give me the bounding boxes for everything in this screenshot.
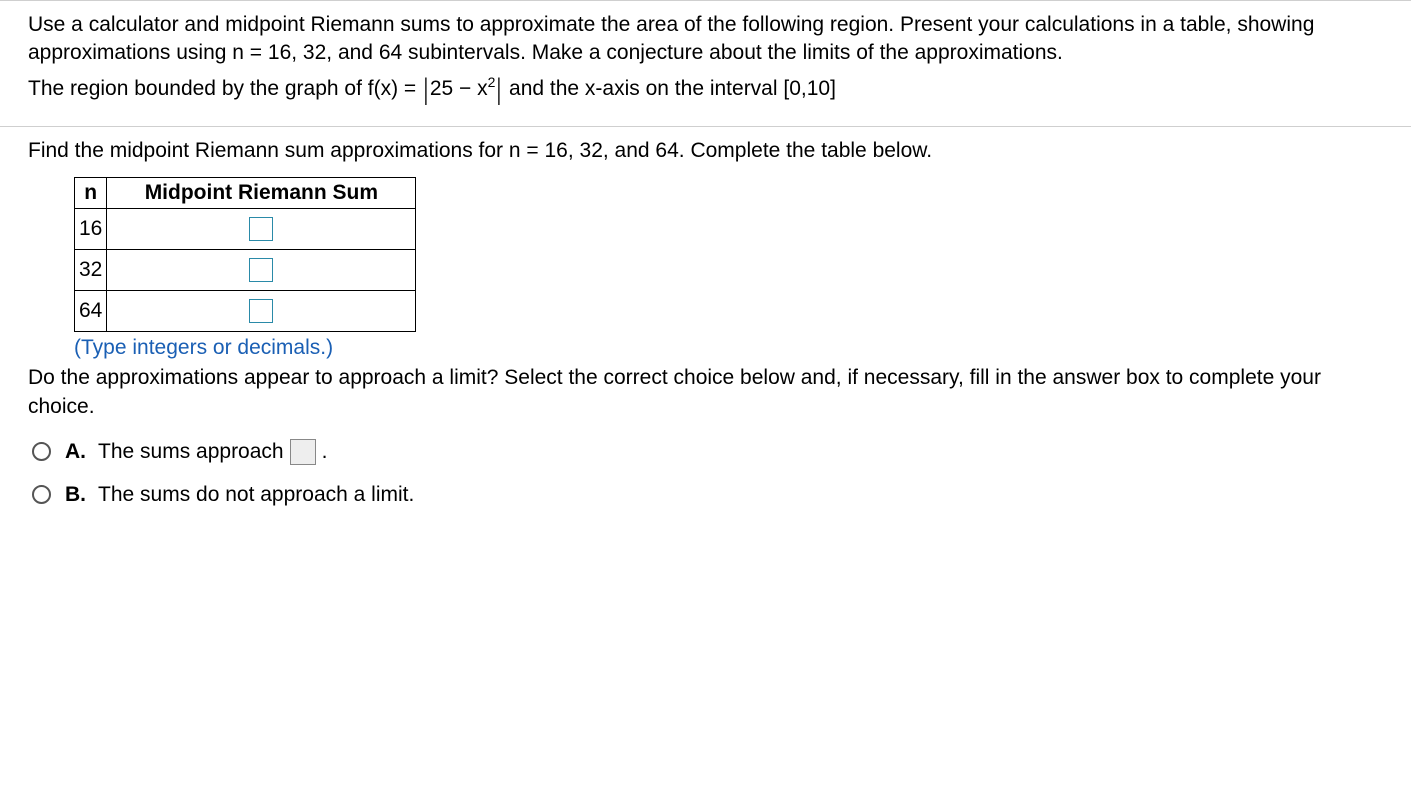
riemann-table: n Midpoint Riemann Sum 16 32 64	[74, 177, 416, 332]
answer-input-32[interactable]	[249, 258, 273, 282]
region-description: The region bounded by the graph of f(x) …	[28, 70, 1383, 111]
intro-paragraph: Use a calculator and midpoint Riemann su…	[28, 11, 1383, 68]
answer-input-16[interactable]	[249, 217, 273, 241]
table-row: 32	[75, 250, 416, 291]
table-row: 16	[75, 209, 416, 250]
choice-a-before: The sums approach	[98, 440, 284, 464]
answer-input-64[interactable]	[249, 299, 273, 323]
cell-sum-16	[107, 209, 416, 250]
table-row: 64	[75, 291, 416, 332]
choice-a-text: The sums approach .	[98, 439, 327, 465]
cell-sum-64	[107, 291, 416, 332]
cell-n-32: 32	[75, 250, 107, 291]
formula-exponent: 2	[488, 74, 496, 90]
formula-prefix: The region bounded by the graph of f(x) …	[28, 77, 422, 100]
problem-intro: Use a calculator and midpoint Riemann su…	[0, 0, 1411, 127]
choice-b-label: B.	[65, 483, 86, 507]
cell-n-16: 16	[75, 209, 107, 250]
choice-b-row: B. The sums do not approach a limit.	[32, 483, 1383, 507]
question-section: Find the midpoint Riemann sum approximat…	[0, 127, 1411, 533]
abs-bar-right: |	[497, 70, 501, 111]
question-prompt: Find the midpoint Riemann sum approximat…	[28, 139, 1383, 163]
cell-sum-32	[107, 250, 416, 291]
choice-a-after: .	[322, 440, 328, 464]
followup-prompt: Do the approximations appear to approach…	[28, 364, 1383, 421]
table-header-row: n Midpoint Riemann Sum	[75, 178, 416, 209]
radio-a[interactable]	[32, 442, 51, 461]
abs-bar-left: |	[424, 70, 428, 111]
input-hint: (Type integers or decimals.)	[74, 336, 1383, 360]
formula-suffix: and the x-axis on the interval [0,10]	[503, 77, 836, 100]
col-header-n: n	[75, 178, 107, 209]
col-header-sum: Midpoint Riemann Sum	[107, 178, 416, 209]
choice-group: A. The sums approach . B. The sums do no…	[32, 439, 1383, 507]
choice-a-row: A. The sums approach .	[32, 439, 1383, 465]
radio-b[interactable]	[32, 485, 51, 504]
formula-inner: 25 − x	[430, 77, 488, 100]
choice-b-text: The sums do not approach a limit.	[98, 483, 414, 507]
cell-n-64: 64	[75, 291, 107, 332]
choice-a-label: A.	[65, 440, 86, 464]
answer-input-limit[interactable]	[290, 439, 316, 465]
